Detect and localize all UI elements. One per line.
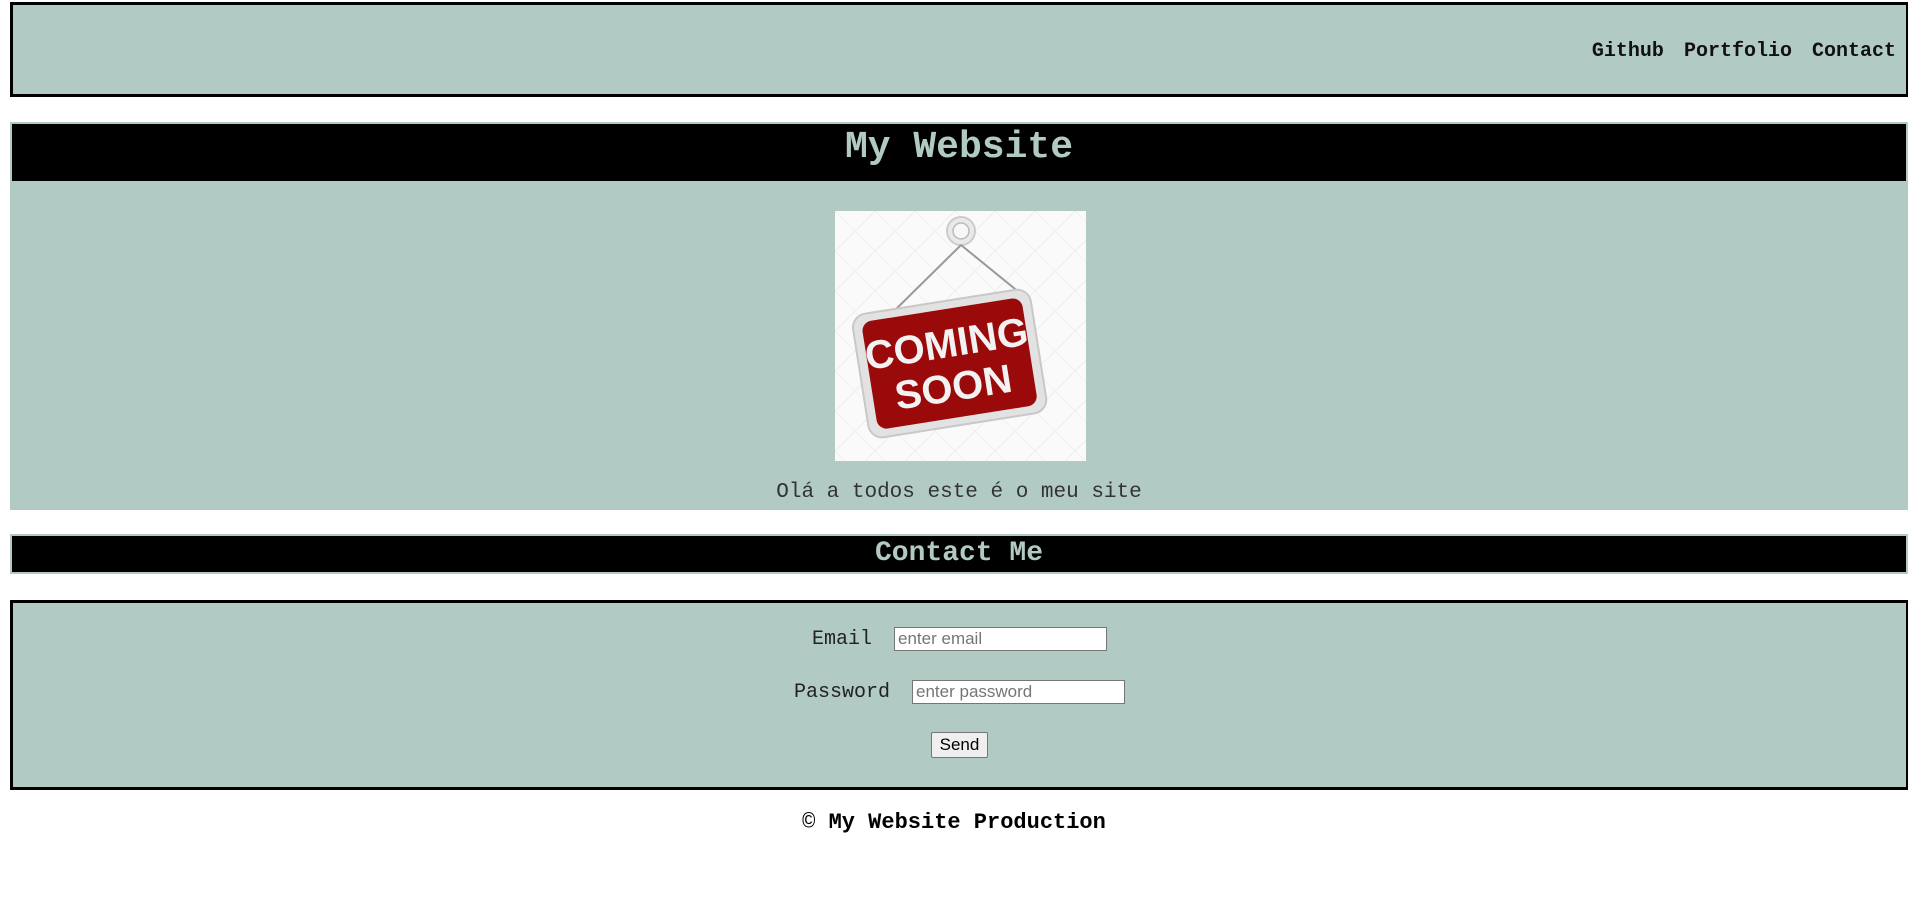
hero-section: My Website COMING SOON Olá a todos este … bbox=[10, 122, 1908, 510]
hero-title-bar: My Website bbox=[10, 122, 1908, 183]
copyright-symbol: © bbox=[802, 810, 816, 835]
page-title: My Website bbox=[844, 126, 1074, 169]
email-field[interactable] bbox=[894, 627, 1108, 651]
coming-soon-image: COMING SOON bbox=[835, 211, 1086, 461]
contact-title: Contact Me bbox=[874, 538, 1044, 569]
hero-welcome-text: Olá a todos este é o meu site bbox=[776, 481, 1142, 504]
send-button[interactable]: Send bbox=[930, 732, 989, 758]
email-row: Email bbox=[13, 627, 1906, 651]
send-row: Send bbox=[13, 732, 1906, 758]
footer: © My Website Production bbox=[0, 810, 1908, 835]
password-field[interactable] bbox=[912, 680, 1126, 704]
password-label: Password bbox=[793, 681, 890, 705]
password-row: Password bbox=[13, 680, 1906, 704]
nav-links: Github Portfolio Contact bbox=[1584, 40, 1896, 63]
coming-soon-sign-graphic: COMING SOON bbox=[835, 211, 1086, 461]
contact-title-bar: Contact Me bbox=[10, 534, 1908, 574]
nav-link-contact[interactable]: Contact bbox=[1812, 40, 1896, 63]
page: Github Portfolio Contact My Website COMI… bbox=[0, 0, 1908, 901]
navbar: Github Portfolio Contact bbox=[10, 2, 1908, 97]
nav-link-portfolio[interactable]: Portfolio bbox=[1684, 40, 1792, 63]
email-label: Email bbox=[811, 628, 872, 652]
nav-link-github[interactable]: Github bbox=[1592, 40, 1664, 63]
footer-text: My Website Production bbox=[828, 810, 1106, 835]
contact-form: Email Password Send bbox=[10, 600, 1908, 790]
